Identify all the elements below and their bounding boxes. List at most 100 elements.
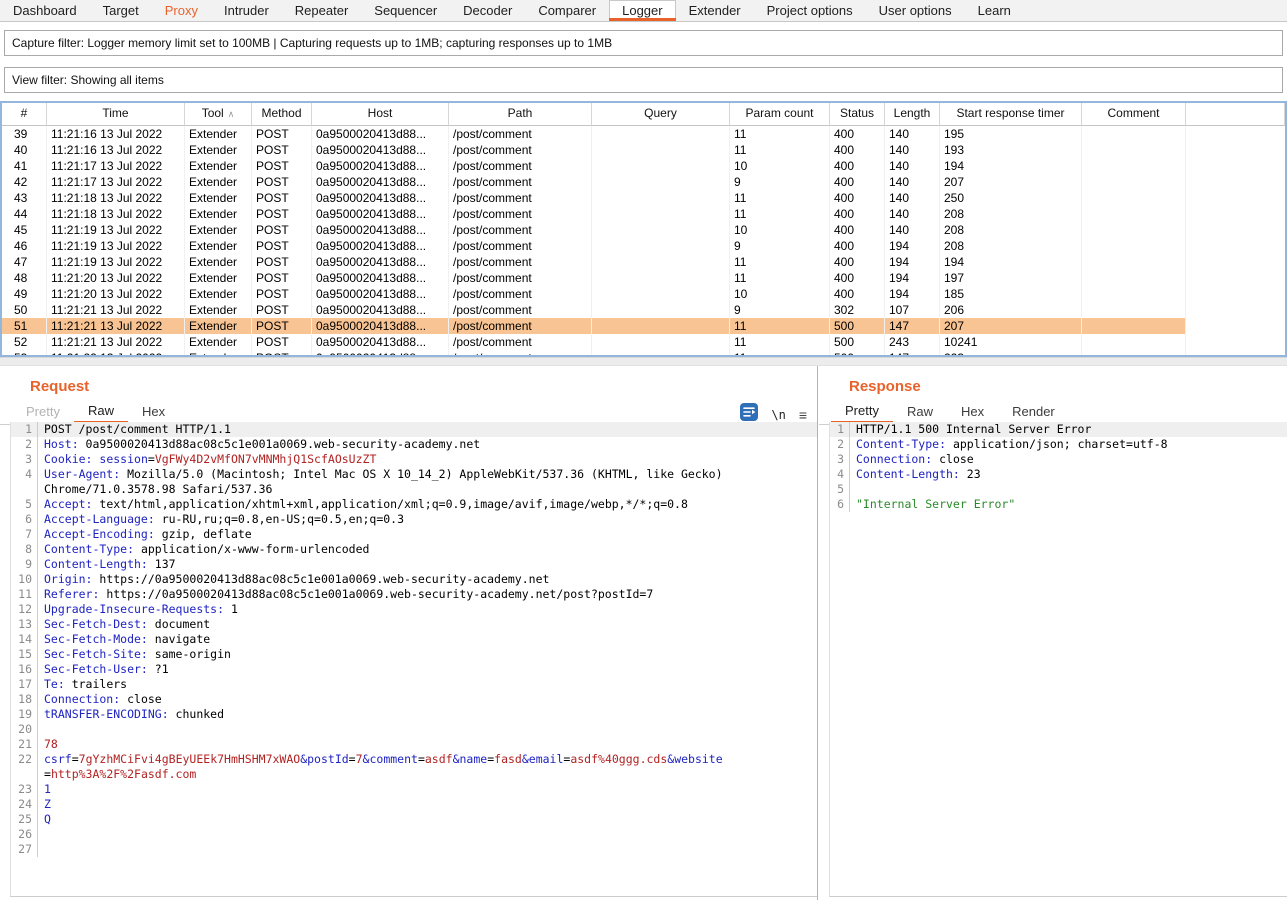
log-row-41[interactable]: 4111:21:17 13 Jul 2022ExtenderPOST0a9500… xyxy=(2,158,1285,174)
table-cell: /post/comment xyxy=(449,238,592,254)
column-header-method[interactable]: Method xyxy=(252,103,312,126)
newline-toggle-icon[interactable]: \n xyxy=(771,408,785,422)
table-cell-filler xyxy=(1186,222,1285,238)
table-cell: Extender xyxy=(185,334,252,350)
line-text: Accept-Encoding: gzip, deflate xyxy=(38,527,723,542)
log-row-50[interactable]: 5011:21:21 13 Jul 2022ExtenderPOST0a9500… xyxy=(2,302,1285,318)
table-cell: POST xyxy=(252,142,312,158)
table-cell: Extender xyxy=(185,206,252,222)
line-text xyxy=(38,722,723,737)
log-row-49[interactable]: 4911:21:20 13 Jul 2022ExtenderPOST0a9500… xyxy=(2,286,1285,302)
table-cell: 9 xyxy=(730,174,830,190)
main-tab-sequencer[interactable]: Sequencer xyxy=(361,0,450,21)
log-row-52[interactable]: 5211:21:21 13 Jul 2022ExtenderPOST0a9500… xyxy=(2,334,1285,350)
main-tab-user-options[interactable]: User options xyxy=(866,0,965,21)
log-row-42[interactable]: 4211:21:17 13 Jul 2022ExtenderPOST0a9500… xyxy=(2,174,1285,190)
request-tab-pretty[interactable]: Pretty xyxy=(12,400,74,424)
column-header-comment[interactable]: Comment xyxy=(1082,103,1186,126)
capture-filter-bar[interactable]: Capture filter: Logger memory limit set … xyxy=(4,30,1283,56)
column-header-query[interactable]: Query xyxy=(592,103,730,126)
main-tab-proxy[interactable]: Proxy xyxy=(152,0,211,21)
table-cell: 11:21:22 13 Jul 2022 xyxy=(47,350,185,357)
main-tab-extender[interactable]: Extender xyxy=(676,0,754,21)
table-cell: /post/comment xyxy=(449,222,592,238)
table-cell: POST xyxy=(252,158,312,174)
table-cell: 11:21:21 13 Jul 2022 xyxy=(47,318,185,334)
response-panel: Response PrettyRawHexRender 1HTTP/1.1 50… xyxy=(819,366,1287,900)
log-row-51[interactable]: 5111:21:21 13 Jul 2022ExtenderPOST0a9500… xyxy=(2,318,1285,334)
main-tab-logger[interactable]: Logger xyxy=(609,0,675,21)
horizontal-splitter[interactable] xyxy=(0,357,1287,366)
code-line: 231 xyxy=(11,782,817,797)
table-cell-filler xyxy=(1186,318,1285,334)
line-number: 22 xyxy=(11,752,38,782)
response-tab-pretty[interactable]: Pretty xyxy=(831,400,893,424)
table-cell: POST xyxy=(252,222,312,238)
request-editor[interactable]: 1POST /post/comment HTTP/1.12Host: 0a950… xyxy=(10,422,817,897)
column-header-#[interactable]: # xyxy=(2,103,47,126)
column-header-param-count[interactable]: Param count xyxy=(730,103,830,126)
table-cell xyxy=(1082,190,1186,206)
line-text: Content-Type: application/x-www-form-url… xyxy=(38,542,723,557)
log-row-43[interactable]: 4311:21:18 13 Jul 2022ExtenderPOST0a9500… xyxy=(2,190,1285,206)
main-tab-learn[interactable]: Learn xyxy=(965,0,1024,21)
table-cell: 207 xyxy=(940,174,1082,190)
log-row-48[interactable]: 4811:21:20 13 Jul 2022ExtenderPOST0a9500… xyxy=(2,270,1285,286)
code-line: 15Sec-Fetch-Site: same-origin xyxy=(11,647,817,662)
table-cell xyxy=(592,238,730,254)
table-cell: 400 xyxy=(830,222,885,238)
line-number: 8 xyxy=(11,542,38,557)
code-line: 1HTTP/1.1 500 Internal Server Error xyxy=(830,422,1287,437)
column-header-start-response-timer[interactable]: Start response timer xyxy=(940,103,1082,126)
table-cell: POST xyxy=(252,126,312,142)
main-tab-decoder[interactable]: Decoder xyxy=(450,0,525,21)
main-tab-intruder[interactable]: Intruder xyxy=(211,0,282,21)
log-row-45[interactable]: 4511:21:19 13 Jul 2022ExtenderPOST0a9500… xyxy=(2,222,1285,238)
log-row-53[interactable]: 5311:21:22 13 Jul 2022ExtenderPOST0a9500… xyxy=(2,350,1285,357)
column-header-path[interactable]: Path xyxy=(449,103,592,126)
main-tab-dashboard[interactable]: Dashboard xyxy=(0,0,90,21)
main-tab-target[interactable]: Target xyxy=(90,0,152,21)
main-tab-comparer[interactable]: Comparer xyxy=(525,0,609,21)
table-cell: 11:21:20 13 Jul 2022 xyxy=(47,270,185,286)
column-header-host[interactable]: Host xyxy=(312,103,449,126)
line-number: 18 xyxy=(11,692,38,707)
code-line: 9Content-Length: 137 xyxy=(11,557,817,572)
main-tab-bar: DashboardTargetProxyIntruderRepeaterSequ… xyxy=(0,0,1287,22)
request-tab-hex[interactable]: Hex xyxy=(128,400,179,424)
request-tab-raw[interactable]: Raw xyxy=(74,400,128,424)
main-tab-repeater[interactable]: Repeater xyxy=(282,0,361,21)
table-cell: 50 xyxy=(2,302,47,318)
line-number: 4 xyxy=(11,467,38,497)
log-row-47[interactable]: 4711:21:19 13 Jul 2022ExtenderPOST0a9500… xyxy=(2,254,1285,270)
code-line: 22csrf=7gYzhMCiFvi4gBEyUEEk7HmHSHM7xWAO&… xyxy=(11,752,817,782)
table-cell: POST xyxy=(252,206,312,222)
table-cell: POST xyxy=(252,238,312,254)
table-cell: POST xyxy=(252,286,312,302)
log-row-39[interactable]: 3911:21:16 13 Jul 2022ExtenderPOST0a9500… xyxy=(2,126,1285,142)
line-text: Sec-Fetch-Site: same-origin xyxy=(38,647,723,662)
response-tab-raw[interactable]: Raw xyxy=(893,400,947,424)
line-number: 10 xyxy=(11,572,38,587)
response-tab-hex[interactable]: Hex xyxy=(947,400,998,424)
view-filter-bar[interactable]: View filter: Showing all items xyxy=(4,67,1283,93)
column-header-time[interactable]: Time xyxy=(47,103,185,126)
response-editor[interactable]: 1HTTP/1.1 500 Internal Server Error2Cont… xyxy=(829,422,1287,897)
table-cell-filler xyxy=(1186,206,1285,222)
code-line: 26 xyxy=(11,827,817,842)
log-row-44[interactable]: 4411:21:18 13 Jul 2022ExtenderPOST0a9500… xyxy=(2,206,1285,222)
line-text: POST /post/comment HTTP/1.1 xyxy=(38,422,723,437)
code-line: 16Sec-Fetch-User: ?1 xyxy=(11,662,817,677)
response-tab-render[interactable]: Render xyxy=(998,400,1069,424)
table-cell-filler xyxy=(1186,190,1285,206)
table-cell: Extender xyxy=(185,238,252,254)
main-tab-project-options[interactable]: Project options xyxy=(754,0,866,21)
table-cell: 500 xyxy=(830,334,885,350)
line-number: 3 xyxy=(830,452,850,467)
editor-menu-icon[interactable]: ≡ xyxy=(799,407,807,423)
column-header-length[interactable]: Length xyxy=(885,103,940,126)
log-row-40[interactable]: 4011:21:16 13 Jul 2022ExtenderPOST0a9500… xyxy=(2,142,1285,158)
log-row-46[interactable]: 4611:21:19 13 Jul 2022ExtenderPOST0a9500… xyxy=(2,238,1285,254)
column-header-tool[interactable]: Tool∧ xyxy=(185,103,252,126)
column-header-status[interactable]: Status xyxy=(830,103,885,126)
